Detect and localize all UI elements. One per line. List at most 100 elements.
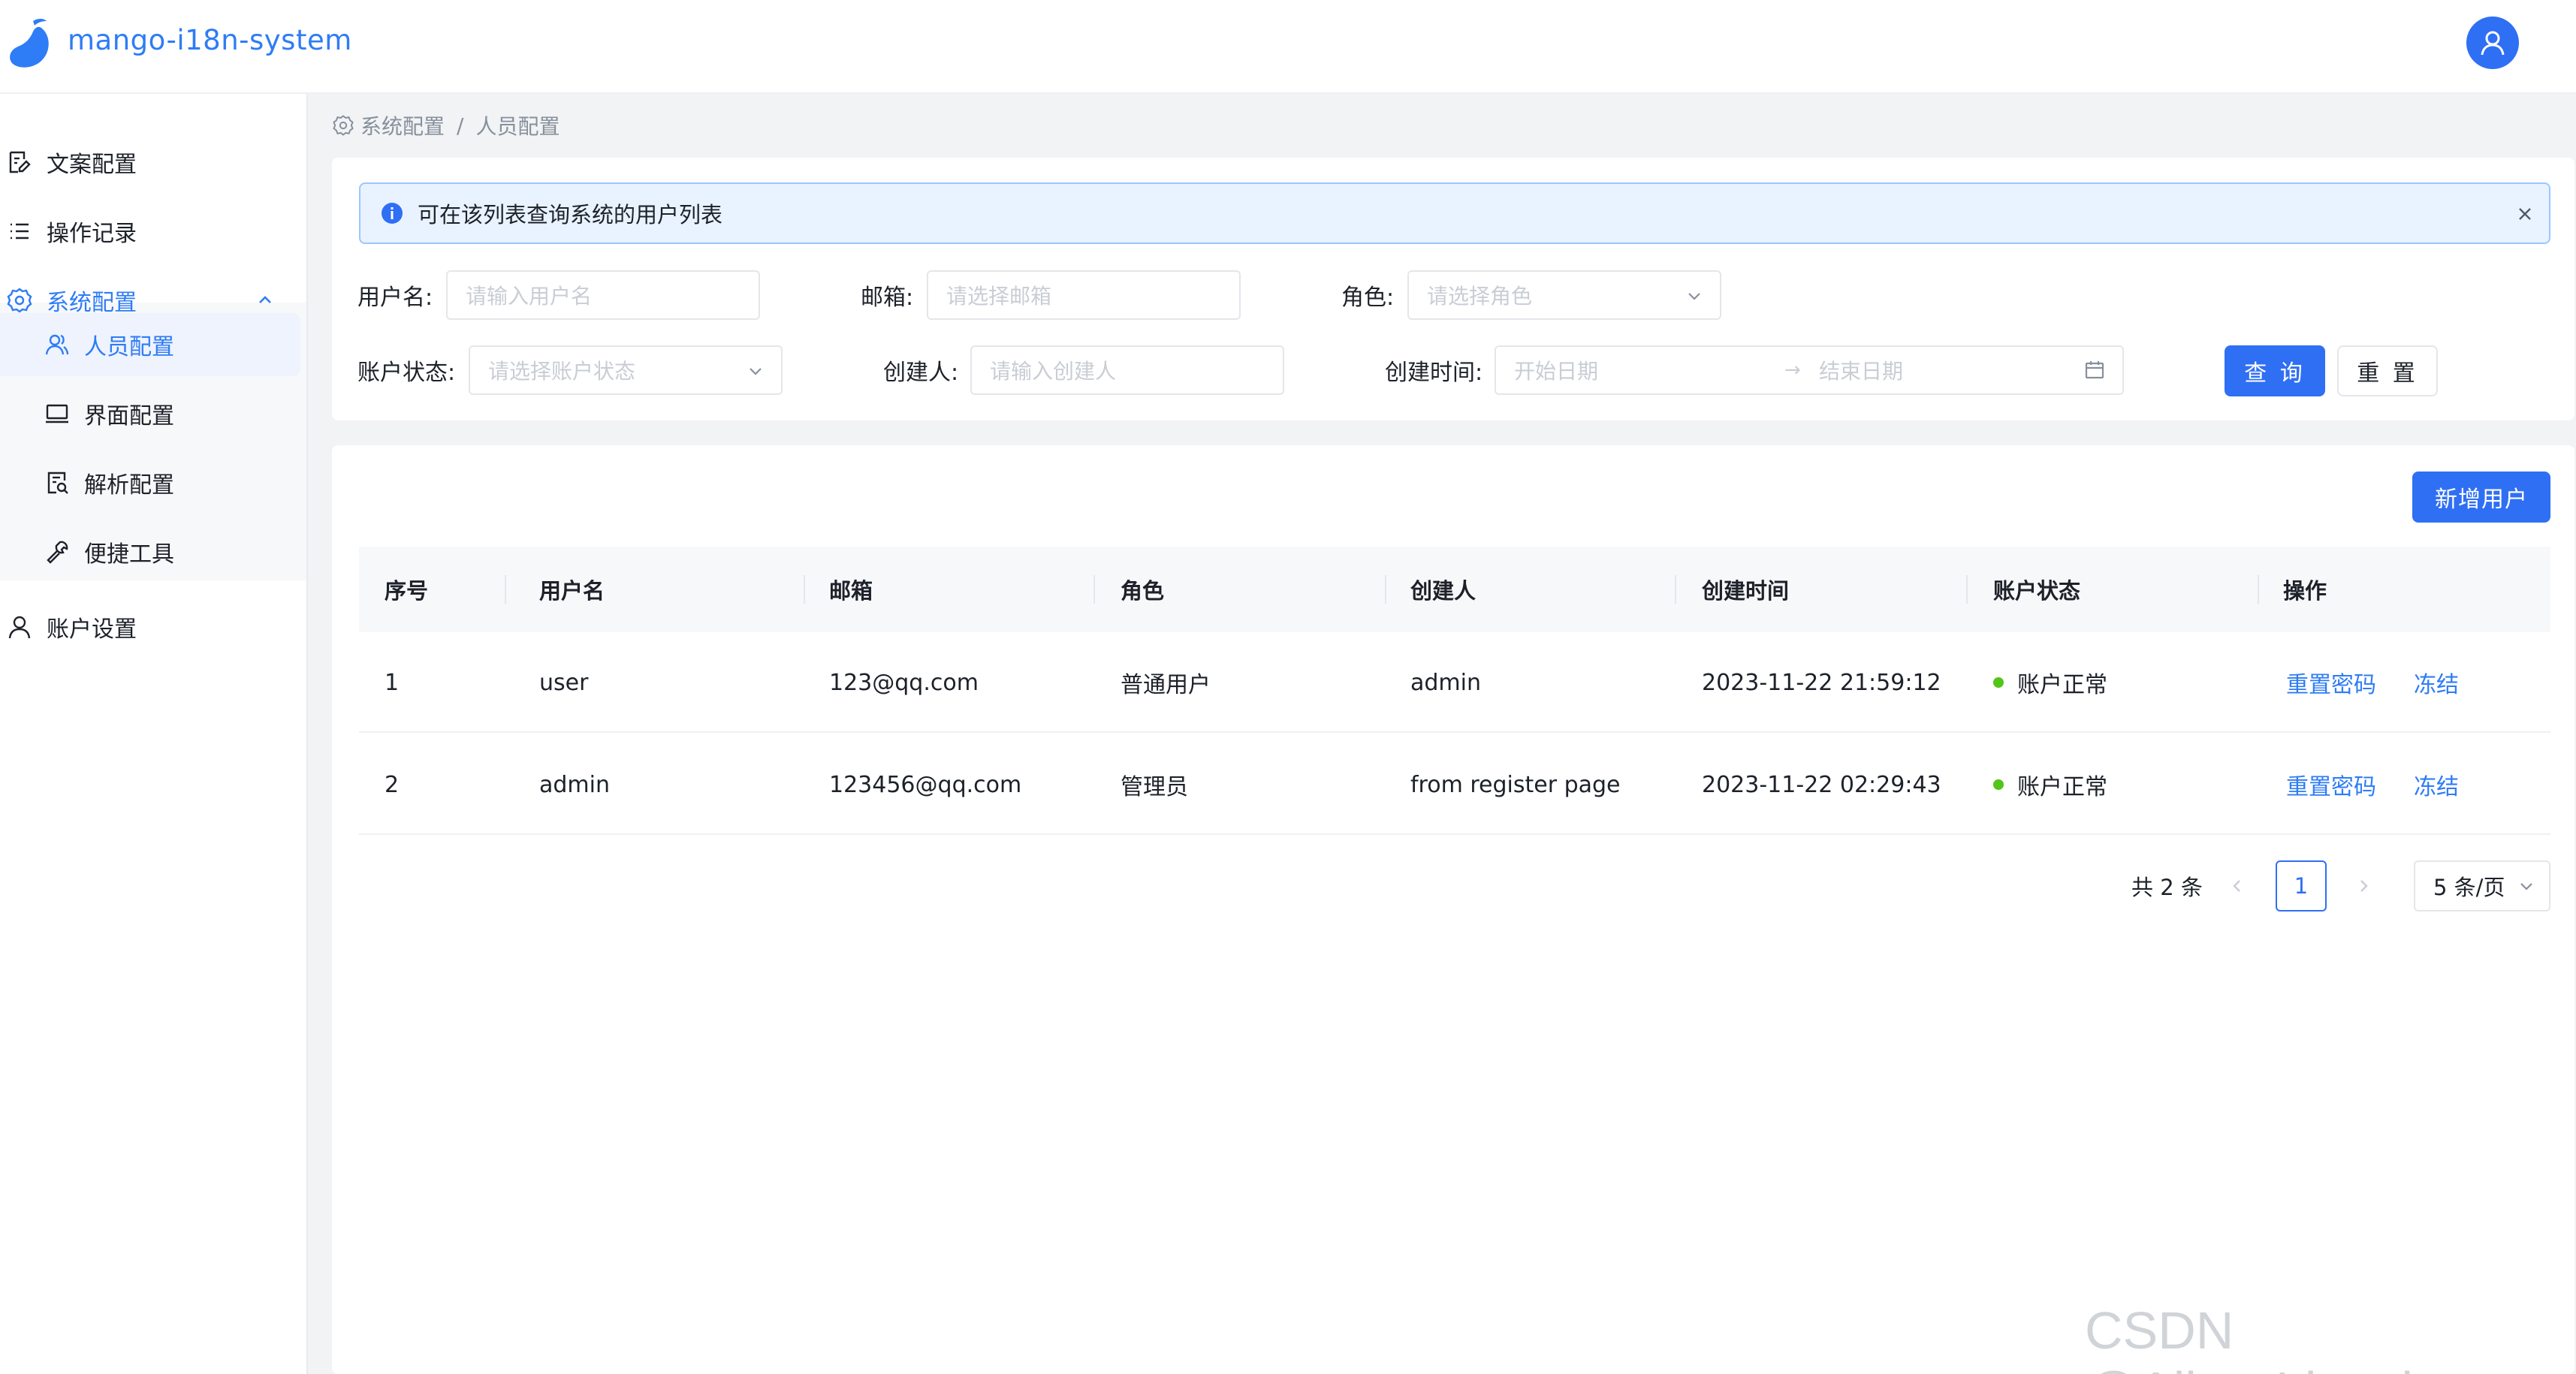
pagination-total: 共 2 条 [2131, 875, 2203, 900]
calendar-icon [2083, 359, 2106, 381]
email-input[interactable]: 请选择邮箱 [927, 270, 1241, 320]
add-user-button[interactable]: 新增用户 [2412, 472, 2550, 523]
sidebar-item-ui-config[interactable]: 界面配置 [0, 382, 300, 445]
username-placeholder: 请输入用户名 [466, 284, 593, 309]
sidebar-item-account-settings[interactable]: 账户设置 [0, 595, 300, 658]
column-divider [804, 575, 805, 604]
cell-username: user [539, 669, 589, 696]
column-header-actions: 操作 [2283, 578, 2327, 604]
document-edit-icon [6, 149, 33, 176]
chevron-down-icon [2516, 875, 2537, 896]
created-date-range[interactable]: 开始日期 → 结束日期 [1495, 345, 2124, 395]
cell-index: 1 [385, 669, 400, 696]
reset-password-link[interactable]: 重置密码 [2286, 632, 2376, 733]
chevron-left-icon[interactable] [2226, 875, 2249, 897]
breadcrumb-parent[interactable]: 系统配置 [360, 110, 445, 140]
column-divider [1966, 575, 1968, 604]
alert-message: 可在该列表查询系统的用户列表 [418, 202, 723, 227]
user-avatar-icon[interactable] [2466, 17, 2519, 69]
sidebar-item-label: 界面配置 [84, 403, 174, 429]
cell-creator: admin [1410, 669, 1481, 696]
chevron-down-icon [1684, 285, 1705, 306]
table-header: 序号 用户名 邮箱 角色 创建人 创建时间 账户状态 操作 [359, 547, 2550, 632]
freeze-link[interactable]: 冻结 [2414, 734, 2459, 835]
status-dot [1993, 779, 2004, 790]
sidebar-item-user-config[interactable]: 人员配置 [0, 313, 300, 376]
email-label: 邮箱: [861, 285, 914, 311]
chevron-right-icon[interactable] [2352, 875, 2375, 897]
start-date-placeholder[interactable]: 开始日期 [1514, 355, 1598, 385]
wrench-icon [44, 538, 71, 565]
sidebar-item-parse-config[interactable]: 解析配置 [0, 451, 300, 514]
cell-email: 123456@qq.com [829, 771, 1022, 798]
sidebar-item-label: 人员配置 [84, 334, 174, 360]
sidebar-item-label: 账户设置 [47, 616, 137, 643]
column-divider [2258, 575, 2259, 604]
role-select[interactable]: 请选择角色 [1407, 270, 1721, 320]
username-label: 用户名: [357, 285, 433, 311]
status-text: 账户正常 [2017, 774, 2107, 800]
role-placeholder: 请选择角色 [1427, 284, 1533, 309]
status-dot [1993, 677, 2004, 688]
sidebar-item-label: 系统配置 [47, 290, 137, 316]
cell-creator: from register page [1410, 771, 1621, 798]
sidebar-item-label: 便捷工具 [84, 541, 174, 568]
info-alert: 可在该列表查询系统的用户列表 [359, 182, 2550, 244]
mango-logo-icon[interactable] [8, 17, 56, 71]
column-divider [1675, 575, 1676, 604]
sidebar-item-copy-config[interactable]: 文案配置 [0, 131, 300, 194]
cell-status: 账户正常 [1993, 632, 2107, 733]
column-divider [1385, 575, 1386, 604]
sidebar-item-operation-log[interactable]: 操作记录 [0, 200, 300, 263]
username-input[interactable]: 请输入用户名 [446, 270, 760, 320]
page-size-select[interactable]: 5 条/页 [2414, 860, 2550, 911]
sidebar-item-tools[interactable]: 便捷工具 [0, 520, 300, 583]
cell-created-time: 2023-11-22 21:59:12 [1702, 669, 1941, 696]
cell-index: 2 [385, 771, 400, 798]
end-date-placeholder[interactable]: 结束日期 [1819, 347, 1903, 393]
chevron-down-icon [745, 360, 766, 381]
table-row: 1 user 123@qq.com 普通用户 admin 2023-11-22 … [359, 632, 2550, 733]
close-icon[interactable] [2513, 202, 2537, 226]
info-icon [380, 201, 404, 225]
column-header-email: 邮箱 [829, 578, 873, 604]
users-icon [44, 331, 71, 358]
status-select[interactable]: 请选择账户状态 [469, 345, 783, 395]
created-time-label: 创建时间: [1385, 360, 1483, 386]
status-label: 账户状态: [357, 360, 456, 386]
page-1-button[interactable]: 1 [2276, 860, 2327, 911]
chevron-up-icon [259, 296, 271, 303]
table-row: 2 admin 123456@qq.com 管理员 from register … [359, 734, 2550, 835]
sidebar-item-label: 操作记录 [47, 221, 137, 247]
freeze-link[interactable]: 冻结 [2414, 632, 2459, 733]
creator-placeholder: 请输入创建人 [990, 359, 1117, 384]
creator-label: 创建人: [883, 360, 959, 386]
cell-email: 123@qq.com [829, 669, 979, 696]
breadcrumb: 系统配置 / 人员配置 [332, 110, 560, 141]
status-placeholder: 请选择账户状态 [488, 359, 636, 384]
app-title[interactable]: mango-i18n-system [68, 24, 352, 56]
user-icon [6, 613, 33, 640]
breadcrumb-separator: / [457, 113, 464, 138]
cell-status: 账户正常 [1993, 734, 2107, 835]
page-size-value: 5 条/页 [2433, 875, 2505, 900]
reset-button[interactable]: 重 置 [2337, 345, 2438, 396]
search-button[interactable]: 查 询 [2225, 345, 2325, 396]
creator-input[interactable]: 请输入创建人 [970, 345, 1284, 395]
cell-role: 管理员 [1121, 774, 1188, 800]
sidebar-item-label: 解析配置 [84, 472, 174, 499]
column-divider [1093, 575, 1095, 604]
list-icon [6, 218, 33, 245]
breadcrumb-current: 人员配置 [475, 114, 560, 139]
reset-password-link[interactable]: 重置密码 [2286, 734, 2376, 835]
cell-username: admin [539, 771, 610, 798]
column-header-created-time: 创建时间 [1702, 578, 1790, 604]
column-header-status: 账户状态 [1993, 578, 2081, 604]
column-header-creator: 创建人 [1410, 578, 1477, 604]
gear-icon [6, 287, 33, 314]
column-header-role: 角色 [1121, 578, 1165, 604]
file-search-icon [44, 469, 71, 496]
cell-role: 普通用户 [1121, 672, 1211, 698]
email-placeholder: 请选择邮箱 [946, 284, 1052, 309]
range-arrow: → [1784, 359, 1801, 381]
